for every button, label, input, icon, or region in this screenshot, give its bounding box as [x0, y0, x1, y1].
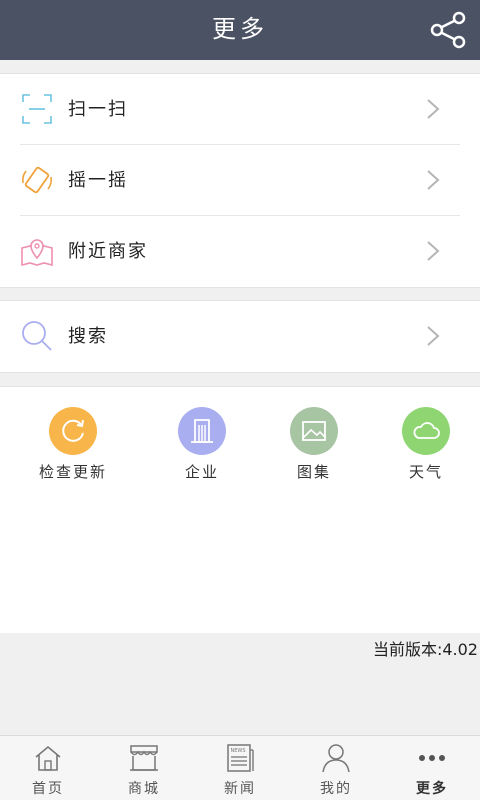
user-icon [322, 744, 350, 773]
shake-phone-icon [22, 166, 52, 194]
tool-label: 检查更新 [38, 463, 107, 481]
tab-label: 首页 [32, 781, 64, 797]
tab-mine[interactable]: 我的 [288, 736, 384, 800]
refresh-icon [49, 407, 97, 455]
menu-item-search[interactable]: 搜索 [0, 301, 480, 372]
share-icon[interactable] [428, 10, 468, 50]
bottom-tab-bar: 首页 商城 NEWS 新闻 我的 更多 [0, 735, 480, 800]
building-icon [178, 407, 226, 455]
tab-home[interactable]: 首页 [0, 736, 96, 800]
menu-group-1: 扫一扫 摇一摇 附近商家 [0, 73, 480, 288]
tools-panel: 检查更新 企业 图集 天气 [0, 386, 480, 633]
tool-label: 企业 [184, 463, 219, 481]
chevron-right-icon [427, 241, 440, 261]
menu-item-label: 附近商家 [68, 241, 148, 262]
tab-news[interactable]: NEWS 新闻 [192, 736, 288, 800]
search-icon [22, 321, 52, 351]
chevron-right-icon [427, 170, 440, 190]
menu-item-label: 扫一扫 [68, 99, 128, 120]
tab-more[interactable]: 更多 [384, 736, 480, 800]
svg-text:NEWS: NEWS [231, 748, 246, 754]
tool-enterprise[interactable]: 企业 [147, 407, 257, 482]
cloud-icon [402, 407, 450, 455]
top-bar: 更多 [0, 0, 480, 60]
menu-item-label: 摇一摇 [68, 170, 128, 191]
map-pin-icon [21, 239, 53, 267]
menu-group-2: 搜索 [0, 300, 480, 373]
menu-item-nearby[interactable]: 附近商家 [0, 216, 480, 287]
tab-mall[interactable]: 商城 [96, 736, 192, 800]
home-icon [35, 745, 61, 771]
menu-item-shake[interactable]: 摇一摇 [0, 145, 480, 216]
image-icon [290, 407, 338, 455]
tool-label: 图集 [296, 463, 331, 481]
tool-gallery[interactable]: 图集 [259, 407, 369, 482]
store-icon [130, 745, 158, 771]
tab-label: 更多 [416, 781, 448, 797]
tab-label: 商城 [128, 781, 160, 797]
chevron-right-icon [427, 99, 440, 119]
tool-check-update[interactable]: 检查更新 [18, 407, 128, 482]
page-title: 更多 [212, 15, 268, 43]
tool-weather[interactable]: 天气 [371, 407, 480, 482]
tool-label: 天气 [408, 463, 443, 481]
chevron-right-icon [427, 326, 440, 346]
version-text: 当前版本:4.02 [372, 640, 478, 659]
tab-label: 我的 [320, 781, 352, 797]
menu-item-label: 搜索 [68, 326, 108, 347]
more-dots-icon [419, 755, 445, 761]
tab-label: 新闻 [224, 781, 256, 797]
scan-icon [22, 94, 52, 124]
newspaper-icon: NEWS [227, 744, 254, 772]
menu-item-scan[interactable]: 扫一扫 [0, 74, 480, 145]
